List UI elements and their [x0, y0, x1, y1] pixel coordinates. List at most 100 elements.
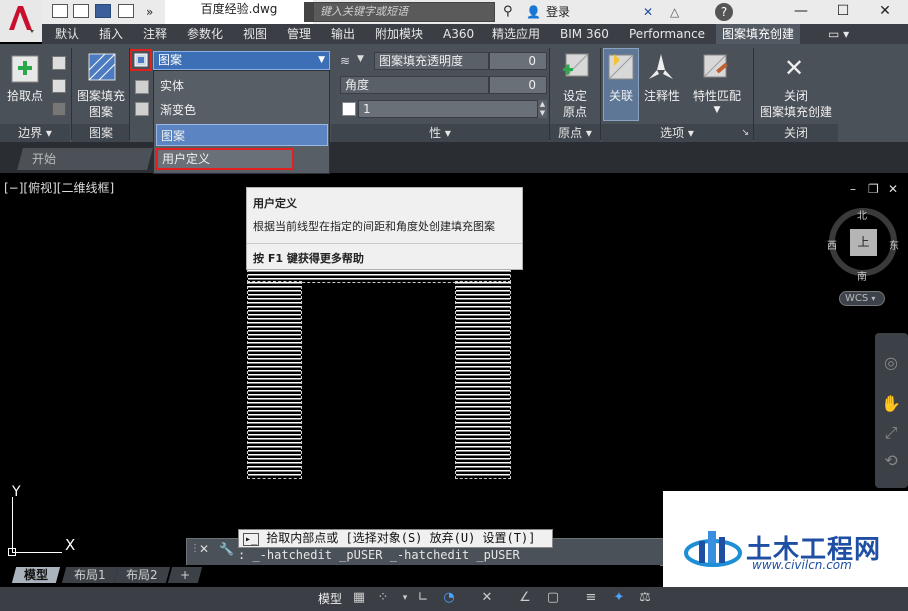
tab-featured-apps[interactable]: 精选应用 [486, 24, 546, 44]
viewport-controls[interactable]: [−][俯视][二维线框] [4, 179, 114, 196]
hatch-color-icon[interactable] [135, 80, 149, 94]
tab-annotate[interactable]: 注释 [137, 24, 173, 44]
background-color-icon[interactable] [135, 102, 149, 116]
dropdown-item-solid[interactable]: 实体 [156, 75, 328, 97]
pan-icon[interactable]: ✋ [880, 393, 902, 415]
tab-manage[interactable]: 管理 [281, 24, 317, 44]
tab-insert[interactable]: 插入 [93, 24, 129, 44]
command-input[interactable]: : _-hatchedit _pUSER _-hatchedit _pUSER [238, 548, 520, 562]
annotation-icon[interactable]: ✦ [610, 589, 628, 607]
tab-bim360[interactable]: BIM 360 [554, 24, 615, 44]
compass-east[interactable]: 东 [889, 237, 899, 252]
qat-more-icon[interactable]: » [146, 0, 153, 24]
scale-field[interactable]: 1 [358, 100, 538, 118]
ribbon-options-icon[interactable]: ▭ ▾ [822, 24, 855, 44]
compass-west[interactable]: 西 [827, 237, 837, 252]
selection-icon[interactable]: ▢ [544, 589, 562, 607]
model-space-button[interactable]: 模型 [318, 590, 342, 607]
boundary-panel-title[interactable]: 边界 ▾ [0, 124, 70, 142]
orbit-icon[interactable]: ⟲ [880, 450, 902, 472]
maximize-button[interactable]: ☐ [822, 0, 864, 24]
login-button[interactable]: 登录 [546, 0, 570, 24]
new-icon[interactable] [52, 4, 68, 18]
help-button[interactable]: ? [715, 3, 733, 21]
binoculars-icon[interactable]: ⚲ [503, 0, 513, 24]
tab-start[interactable]: 开始 [17, 148, 153, 170]
tab-view[interactable]: 视图 [237, 24, 273, 44]
properties-panel-title[interactable]: 性 ▾ [331, 124, 549, 142]
hatch-left-leg[interactable] [247, 281, 302, 479]
dialog-launcher-icon[interactable]: ↘ [741, 124, 749, 142]
save-icon[interactable] [95, 4, 111, 18]
annotative-icon[interactable] [645, 52, 677, 85]
tab-a360[interactable]: A360 [437, 24, 480, 44]
grid-icon[interactable]: ▦ [350, 589, 368, 607]
list-icon[interactable]: ≡ [582, 589, 600, 607]
origin-panel-title[interactable]: 原点 ▾ [550, 124, 600, 142]
open-icon[interactable] [73, 4, 89, 18]
annotative-button[interactable]: 注释性 [641, 88, 683, 104]
hatch-pattern-label-1: 图案填充 [76, 89, 125, 103]
viewport-restore-button[interactable]: ❐ [868, 182, 879, 196]
pick-points-button[interactable]: 拾取点 [4, 88, 46, 104]
hatch-pattern-icon[interactable] [86, 52, 118, 85]
wcs-menu[interactable]: WCS ▾ [839, 291, 885, 306]
match-properties-icon[interactable] [700, 52, 732, 85]
compass-south[interactable]: 南 [857, 268, 867, 283]
osnap-icon[interactable]: ✕ [478, 589, 496, 607]
select-objects-icon[interactable] [52, 56, 66, 70]
exchange-icon[interactable]: ✕ [643, 0, 653, 24]
ortho-icon[interactable]: ∟ [414, 589, 432, 607]
dropdown-item-pattern[interactable]: 图案 [156, 124, 328, 146]
tab-parametric[interactable]: 参数化 [181, 24, 229, 44]
hatch-top-band[interactable] [247, 269, 511, 283]
steering-wheel-icon[interactable]: ◎ [880, 352, 902, 374]
tab-performance[interactable]: Performance [623, 24, 711, 44]
polar-icon[interactable]: ◔ [440, 589, 458, 607]
pick-points-icon[interactable] [10, 54, 42, 87]
user-icon[interactable]: 👤 [526, 0, 541, 24]
minimize-button[interactable]: — [780, 0, 822, 24]
a360-icon[interactable]: △ [670, 0, 679, 24]
search-input[interactable]: 键入关键字或短语 [313, 2, 495, 22]
angle-field[interactable]: 0 [489, 76, 547, 94]
tab-layout2[interactable]: 布局2 [113, 567, 170, 583]
viewport-close-button[interactable]: ✕ [888, 182, 898, 196]
viewcube-top-face[interactable]: 上 [850, 229, 877, 256]
compass-north[interactable]: 北 [857, 207, 867, 222]
close-hatch-icon[interactable]: ✕ [784, 54, 804, 82]
tab-addins[interactable]: 附加模块 [369, 24, 429, 44]
annotation-scale-icon[interactable]: ⚖ [636, 589, 654, 607]
chevron-down-icon[interactable]: ▼ [357, 54, 364, 64]
chevron-down-icon[interactable]: ▾ [396, 589, 414, 607]
dropdown-item-user-defined[interactable]: 用户定义 [156, 148, 294, 170]
command-prompt[interactable]: ▸_ 拾取内部点或 [选择对象(S) 放弃(U) 设置(T)] [238, 529, 553, 548]
scale-spinner[interactable]: ▲ ▼ [538, 100, 547, 118]
application-menu-button[interactable] [0, 0, 42, 42]
options-panel-title[interactable]: 选项 ▾ ↘ [601, 124, 753, 142]
transparency-field[interactable]: 0 [489, 52, 547, 70]
tab-default[interactable]: 默认 [49, 24, 85, 44]
set-origin-icon[interactable] [560, 52, 592, 85]
hatch-type-icon[interactable] [130, 49, 152, 71]
dropdown-item-gradient[interactable]: 渐变色 [156, 99, 328, 121]
tab-output[interactable]: 输出 [325, 24, 361, 44]
recreate-boundary-icon[interactable] [52, 102, 66, 116]
remove-boundary-icon[interactable] [52, 79, 66, 93]
hatch-right-leg[interactable] [455, 281, 511, 479]
angle-icon[interactable]: ∠ [516, 589, 534, 607]
tab-model[interactable]: 模型 [11, 567, 61, 583]
add-layout-button[interactable]: + [167, 567, 203, 583]
wrench-icon[interactable]: 🔧 [219, 542, 234, 556]
chevron-down-icon[interactable]: ▼ [688, 102, 746, 118]
viewport-minimize-button[interactable]: – [850, 182, 856, 196]
tab-layout1[interactable]: 布局1 [61, 567, 118, 583]
close-window-button[interactable]: ✕ [864, 0, 906, 24]
tab-hatch-creation[interactable]: 图案填充创建 [716, 24, 801, 44]
close-icon[interactable]: ✕ [199, 542, 209, 556]
saveas-icon[interactable] [118, 4, 134, 18]
snap-icon[interactable]: ⁘ [374, 589, 392, 607]
hatch-type-select[interactable]: 图案 ▼ [153, 51, 330, 70]
zoom-extents-icon[interactable]: ⤢ [880, 422, 902, 444]
close-hatch-button[interactable]: 图案填充创建 [756, 104, 836, 120]
